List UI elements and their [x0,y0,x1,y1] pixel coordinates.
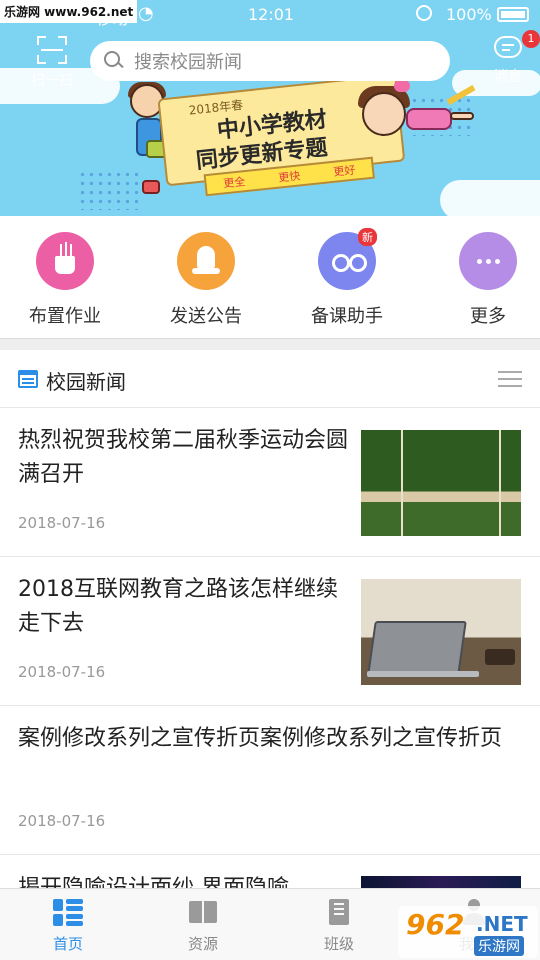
tab-class[interactable]: 班级 [289,899,389,954]
chat-bubble-icon: 1 [494,30,540,58]
new-badge: 新 [358,228,377,246]
search-placeholder: 搜索校园新闻 [134,52,242,73]
action-lesson-assistant[interactable]: 新 备课助手 [297,228,397,328]
news-thumbnail [361,430,521,536]
news-title: 案例修改系列之宣传折页案例修改系列之宣传折页 [18,726,503,751]
more-dots-icon [459,232,517,290]
banner-tag: 更快 [277,169,301,185]
quick-actions: 布置作业 发送公告 新 备课助手 更多 [0,216,540,338]
news-item[interactable]: 2018互联网教育之路该怎样继续走下去 2018-07-16 [0,557,540,706]
bell-icon [177,232,235,290]
action-send-notice[interactable]: 发送公告 [156,232,256,328]
news-section-title: 校园新闻 [46,370,126,394]
book-icon [188,899,218,927]
action-label: 更多 [470,306,506,327]
section-divider [0,338,540,350]
home-grid-icon [53,899,83,927]
scan-icon [37,36,67,64]
status-time: 12:01 [248,5,295,24]
wifi-icon: ◔ [138,3,154,24]
action-label: 备课助手 [311,306,383,327]
news-date: 2018-07-16 [18,514,106,532]
list-view-icon[interactable] [498,370,522,388]
rotation-lock-icon [416,5,432,21]
watermark-net: .NET [476,912,528,936]
watermark-number: 962 [406,908,465,941]
action-label: 布置作业 [29,306,101,327]
owl-icon: 新 [318,228,377,290]
search-icon [104,51,124,71]
action-more[interactable]: 更多 [438,232,538,328]
news-date: 2018-07-16 [18,812,106,830]
news-date: 2018-07-16 [18,663,106,681]
calendar-icon [18,370,38,388]
messages-badge: 1 [522,30,540,48]
tab-label: 首页 [52,935,83,953]
news-section-header: 校园新闻 [0,350,540,408]
news-item[interactable]: 热烈祝贺我校第二届秋季运动会圆满召开 2018-07-16 [0,408,540,557]
scan-button[interactable]: 扫一扫 [28,36,76,90]
girl-illustration [356,80,476,166]
messages-label: 消息 [494,69,522,85]
pencil-cup-icon [36,232,94,290]
action-label: 发送公告 [170,306,242,327]
messages-button[interactable]: 1 消息 [486,30,540,86]
scan-label: 扫一扫 [31,73,73,89]
news-thumbnail [361,579,521,685]
class-icon [324,899,354,927]
banner-tag: 更好 [332,163,356,179]
site-logo-watermark: 962 .NET 乐游网 [398,906,538,958]
news-item[interactable]: 案例修改系列之宣传折页案例修改系列之宣传折页 2018-07-16 [0,706,540,855]
watermark-cn: 乐游网 [474,936,524,956]
banner[interactable]: 2018年春 中小学教材 同步更新专题 更全 更快 更好 移动 ◔ 12:01 … [0,0,540,216]
battery-percent: 100% [446,5,492,24]
news-title: 2018互联网教育之路该怎样继续走下去 [18,577,338,636]
cloud-decoration [440,180,540,216]
tab-home[interactable]: 首页 [18,899,118,954]
battery-icon [497,7,529,22]
site-watermark: 乐游网 www.962.net [0,0,138,23]
tab-label: 班级 [323,935,354,953]
search-bar[interactable]: 搜索校园新闻 [90,41,450,81]
news-title: 热烈祝贺我校第二届秋季运动会圆满召开 [18,428,349,487]
banner-tag: 更全 [222,175,246,191]
action-assign-homework[interactable]: 布置作业 [15,232,115,328]
tab-resources[interactable]: 资源 [153,899,253,954]
tab-label: 资源 [187,935,218,953]
